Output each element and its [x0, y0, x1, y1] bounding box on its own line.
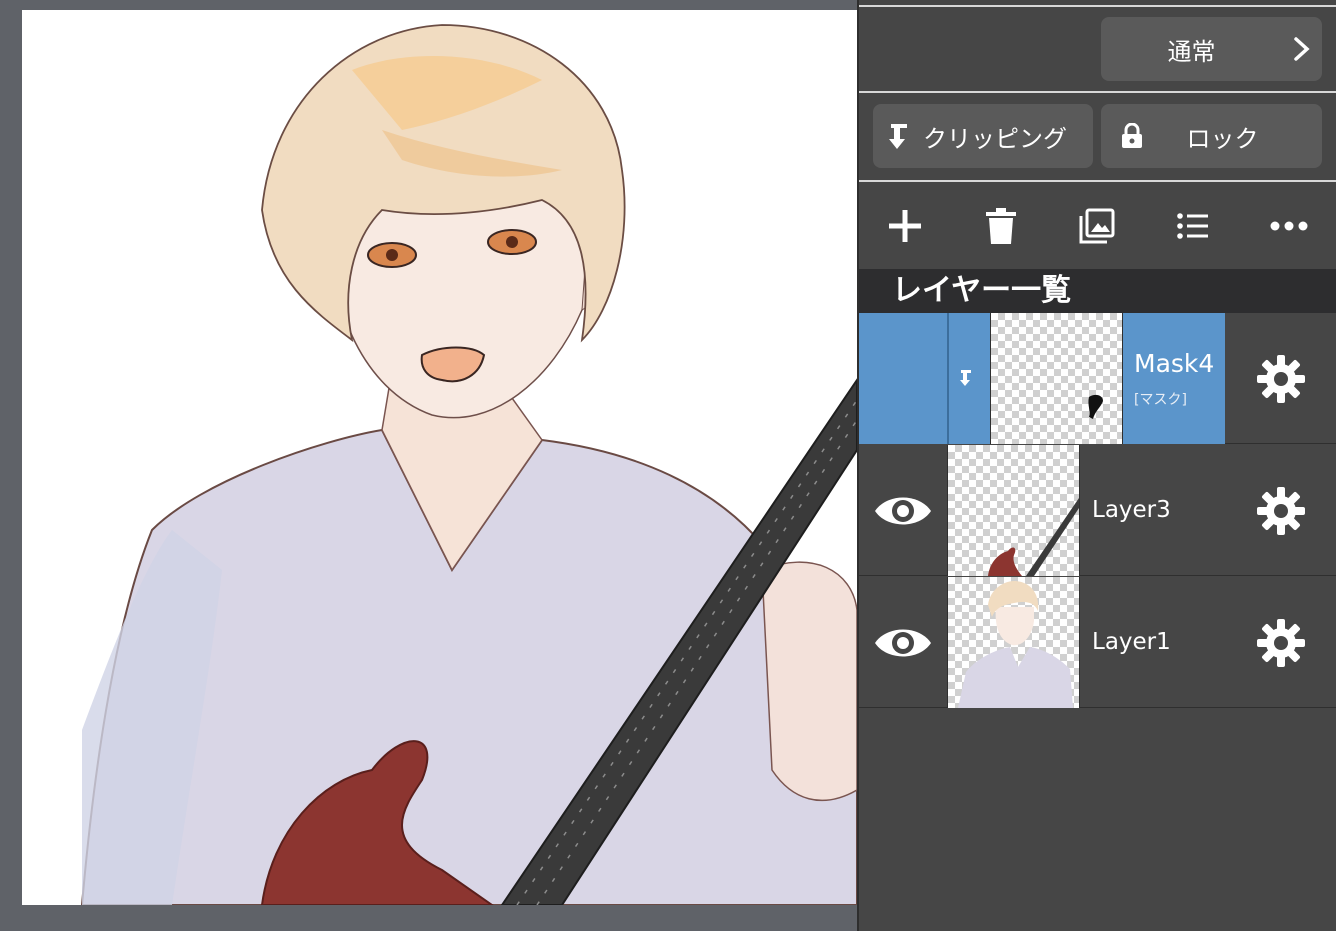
layer-panel: 通常 クリッピング ロック レイヤー一覧 Mask4 [マスク] Layer3 … [857, 0, 1336, 931]
clipping-label: クリッピング [923, 124, 1067, 153]
lock-button[interactable]: ロック [1101, 104, 1322, 168]
delete-layer-button[interactable] [973, 198, 1029, 254]
list-icon [1177, 213, 1208, 239]
gear-icon[interactable] [1255, 485, 1307, 537]
artwork-illustration [80, 24, 857, 905]
panel-divider [859, 91, 1336, 93]
blend-mode-button[interactable]: 通常 [1101, 17, 1322, 81]
layer-row-layer3[interactable]: Layer3 [859, 445, 1336, 576]
canvas-area[interactable] [0, 0, 857, 931]
more-dots-icon [1270, 221, 1308, 231]
blend-mode-label: 通常 [1167, 37, 1216, 66]
layer-type-label: [マスク] [1134, 392, 1187, 408]
layer-name-layer1: Layer1 [1092, 629, 1171, 655]
plus-icon [889, 210, 921, 242]
layer-name-layer3: Layer3 [1092, 497, 1171, 523]
gear-icon[interactable] [1255, 353, 1307, 405]
eye-icon[interactable] [873, 491, 933, 531]
panel-top-divider [859, 5, 1336, 7]
layer-toolbar [859, 184, 1336, 268]
add-layer-button[interactable] [877, 198, 933, 254]
trash-icon [986, 208, 1016, 244]
eye-icon[interactable] [873, 623, 933, 663]
layers-list-title: レイヤー一覧 [859, 269, 1336, 313]
more-options-button[interactable] [1261, 198, 1317, 254]
layer-thumbnail-layer1[interactable] [947, 577, 1080, 708]
layer-row-mask4[interactable]: Mask4 [マスク] [859, 313, 1336, 444]
layer-name-mask4: Mask4 [1134, 349, 1215, 378]
gear-icon[interactable] [1255, 617, 1307, 669]
lock-icon [1121, 123, 1143, 149]
clipping-button[interactable]: クリッピング [873, 104, 1093, 168]
layer-row-layer1[interactable]: Layer1 [859, 577, 1336, 708]
artwork-canvas[interactable] [22, 10, 857, 905]
clipping-indicator-icon [959, 368, 977, 392]
lock-label: ロック [1186, 124, 1259, 153]
chevron-right-icon [1282, 36, 1322, 62]
layer-list-menu-button[interactable] [1165, 198, 1221, 254]
layer-thumbnail-mask4[interactable] [990, 313, 1123, 444]
clipping-arrow-icon [889, 121, 915, 151]
panel-divider [859, 180, 1336, 182]
layer-thumbnail-layer3[interactable] [947, 445, 1080, 576]
layer-divider [947, 313, 949, 444]
import-image-button[interactable] [1069, 198, 1125, 254]
image-layers-icon [1079, 208, 1115, 244]
